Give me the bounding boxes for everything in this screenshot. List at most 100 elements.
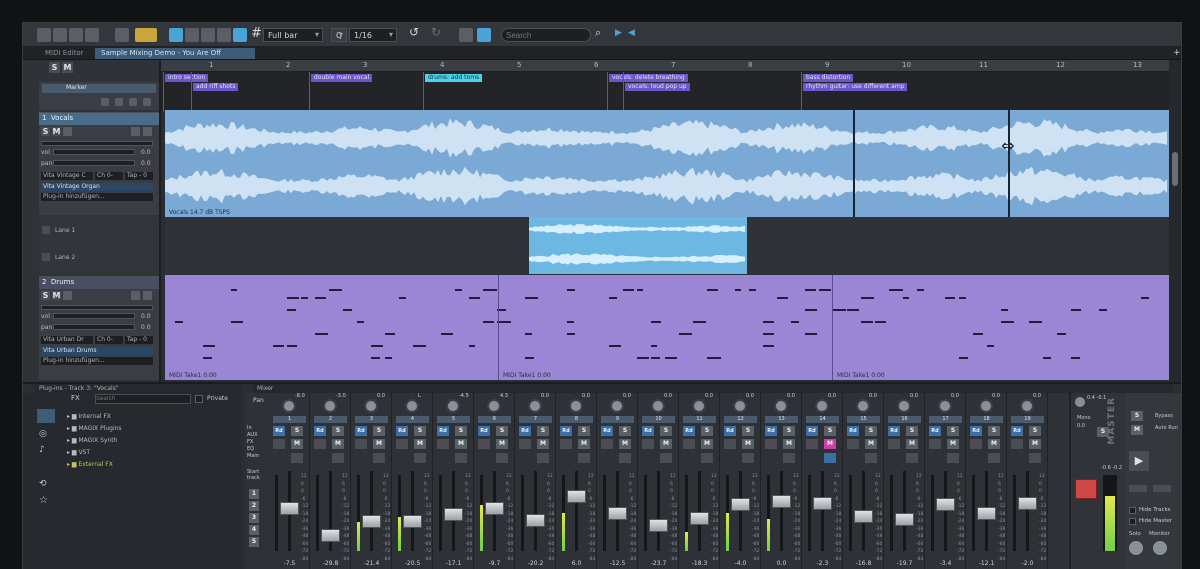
monitor-button[interactable] bbox=[373, 453, 385, 463]
comp-take-clip[interactable] bbox=[529, 217, 747, 274]
monitor-button[interactable] bbox=[824, 453, 836, 463]
mute-button[interactable]: M bbox=[865, 439, 877, 449]
favorites-star-icon[interactable]: ☆ bbox=[39, 495, 48, 506]
pan-knob[interactable] bbox=[979, 399, 993, 413]
solo-button[interactable]: S bbox=[455, 426, 467, 436]
hide-master-checkbox[interactable] bbox=[1129, 518, 1136, 525]
midi-note[interactable] bbox=[567, 321, 574, 323]
pan-knob[interactable] bbox=[897, 399, 911, 413]
solo-button[interactable]: S bbox=[701, 426, 713, 436]
solo-button[interactable]: S bbox=[1029, 426, 1041, 436]
midi-note[interactable] bbox=[917, 289, 924, 291]
volume-fader[interactable] bbox=[567, 490, 586, 504]
pan-knob[interactable] bbox=[405, 399, 419, 413]
marker[interactable]: intro section bbox=[165, 74, 209, 82]
pan-knob[interactable] bbox=[774, 399, 788, 413]
midi-note[interactable] bbox=[1043, 357, 1051, 359]
vocals-tap-select[interactable]: Tap - 0 bbox=[125, 172, 153, 180]
speaker-button[interactable] bbox=[396, 439, 408, 449]
vocals-fx-icon[interactable] bbox=[143, 127, 152, 136]
read-automation-button[interactable]: Rd bbox=[519, 426, 531, 436]
midi-note[interactable] bbox=[763, 333, 774, 335]
pointer-tool-icon[interactable] bbox=[115, 28, 129, 42]
monitor-button[interactable] bbox=[537, 453, 549, 463]
snap-icon[interactable] bbox=[169, 28, 183, 42]
solo-button[interactable]: S bbox=[906, 426, 918, 436]
midi-note[interactable] bbox=[777, 297, 788, 299]
marker[interactable]: bass distortion bbox=[803, 74, 854, 82]
solo-knob[interactable] bbox=[1129, 541, 1143, 555]
open-icon[interactable] bbox=[53, 28, 67, 42]
plugin-folder-internal-fx[interactable]: ▸ ▆ Internal FX bbox=[67, 413, 111, 420]
drums-instrument-select[interactable]: Vita Urban Dr bbox=[41, 336, 93, 344]
drums-add-plugin[interactable]: Plug-in hinzufügen... bbox=[41, 357, 153, 365]
midi-note[interactable] bbox=[637, 289, 643, 291]
speaker-button[interactable] bbox=[478, 439, 490, 449]
drums-speaker-icon[interactable] bbox=[63, 291, 72, 300]
volume-fader[interactable] bbox=[444, 508, 463, 522]
midi-note[interactable] bbox=[371, 345, 383, 347]
solo-button[interactable]: S bbox=[619, 426, 631, 436]
mute-button[interactable]: M bbox=[947, 439, 959, 449]
pan-knob[interactable] bbox=[1020, 399, 1034, 413]
mute-button[interactable]: M bbox=[332, 439, 344, 449]
midi-note[interactable] bbox=[735, 289, 741, 291]
midi-note[interactable] bbox=[819, 289, 831, 291]
midi-note[interactable] bbox=[861, 297, 874, 299]
undo-icon[interactable]: ↺ bbox=[409, 25, 419, 40]
monitor-button[interactable] bbox=[1029, 453, 1041, 463]
midi-note[interactable] bbox=[287, 309, 296, 311]
drums-plugin-slot[interactable]: Vita Urban Drums bbox=[41, 347, 153, 355]
read-automation-button[interactable]: Rd bbox=[765, 426, 777, 436]
vertical-scrollbar[interactable] bbox=[1169, 60, 1181, 382]
pan-knob[interactable] bbox=[569, 399, 583, 413]
monitor-button[interactable] bbox=[619, 453, 631, 463]
mute-button[interactable]: M bbox=[496, 439, 508, 449]
volume-fader[interactable] bbox=[485, 501, 504, 515]
midi-note[interactable] bbox=[343, 309, 352, 311]
speaker-button[interactable] bbox=[560, 439, 572, 449]
midi-note[interactable] bbox=[357, 321, 364, 323]
start-track-button[interactable]: 5 bbox=[249, 537, 259, 547]
volume-fader[interactable] bbox=[321, 528, 340, 542]
read-automation-button[interactable]: Rd bbox=[355, 426, 367, 436]
volume-fader[interactable] bbox=[813, 496, 832, 510]
midi-note[interactable] bbox=[1001, 321, 1014, 323]
quantize-button[interactable]: Q bbox=[331, 28, 347, 42]
drums-channel-select[interactable]: Ch 0- bbox=[95, 336, 123, 344]
volume-fader[interactable] bbox=[608, 507, 627, 521]
midi-note[interactable] bbox=[679, 333, 692, 335]
speaker-button[interactable] bbox=[724, 439, 736, 449]
midi-note[interactable] bbox=[1071, 357, 1080, 359]
fx-tab[interactable]: FX bbox=[71, 394, 80, 402]
midi-note[interactable] bbox=[469, 345, 475, 347]
solo-button[interactable]: S bbox=[824, 426, 836, 436]
mute-button[interactable]: M bbox=[455, 439, 467, 449]
solo-button[interactable]: S bbox=[947, 426, 959, 436]
drums-fx-icon[interactable] bbox=[143, 291, 152, 300]
midi-note[interactable] bbox=[567, 289, 575, 291]
midi-note[interactable] bbox=[889, 289, 903, 291]
file-icon[interactable] bbox=[37, 28, 51, 42]
midi-note[interactable] bbox=[805, 309, 817, 311]
marker-lock-icon[interactable] bbox=[143, 98, 151, 106]
read-automation-button[interactable]: Rd bbox=[970, 426, 982, 436]
lane2-solo-icon[interactable] bbox=[42, 253, 50, 261]
read-automation-button[interactable]: Rd bbox=[601, 426, 613, 436]
marker-add-icon[interactable] bbox=[101, 98, 109, 106]
marker-delete-icon[interactable] bbox=[129, 98, 137, 106]
monitor-button[interactable] bbox=[414, 453, 426, 463]
solo-button[interactable]: S bbox=[496, 426, 508, 436]
speaker-button[interactable] bbox=[888, 439, 900, 449]
read-automation-button[interactable]: Rd bbox=[396, 426, 408, 436]
solo-button[interactable]: S bbox=[373, 426, 385, 436]
read-automation-button[interactable]: Rd bbox=[1011, 426, 1023, 436]
pan-knob[interactable] bbox=[651, 399, 665, 413]
vocals-plugin-slot[interactable]: Vita Vintage Organ bbox=[41, 183, 153, 191]
volume-fader[interactable] bbox=[649, 518, 668, 532]
midi-note[interactable] bbox=[749, 289, 756, 291]
plugin-folder-external-fx[interactable]: ▸ ▆ External FX bbox=[67, 461, 113, 468]
midi-note[interactable] bbox=[1071, 309, 1081, 311]
private-checkbox[interactable] bbox=[195, 395, 203, 403]
pan-knob[interactable] bbox=[528, 399, 542, 413]
